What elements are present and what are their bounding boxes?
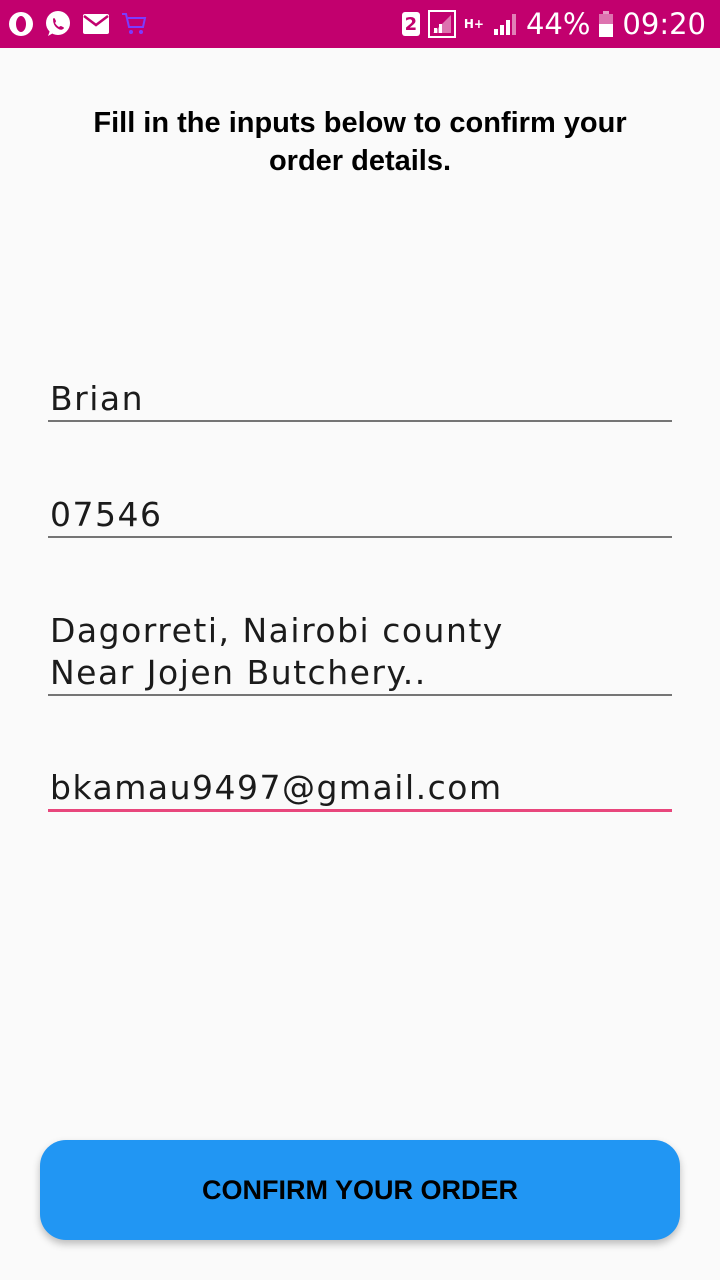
whatsapp-icon bbox=[44, 10, 72, 38]
name-field-value: Brian bbox=[50, 379, 145, 418]
page-title: Fill in the inputs below to confirm your… bbox=[93, 107, 627, 177]
confirm-order-button[interactable]: CONFIRM YOUR ORDER bbox=[40, 1140, 680, 1240]
status-bar: 2 H+ 44% 09:20 bbox=[0, 0, 720, 48]
battery-icon bbox=[598, 10, 614, 38]
phone-field-value: 07546 bbox=[50, 495, 163, 534]
network-type-label: H+ bbox=[463, 17, 484, 31]
shopping-cart-icon bbox=[120, 11, 148, 37]
opera-icon bbox=[8, 11, 34, 37]
email-icon bbox=[82, 13, 110, 35]
signal-sim1-icon bbox=[427, 10, 456, 38]
battery-percent: 44% bbox=[525, 7, 591, 41]
signal-sim2-icon bbox=[492, 11, 518, 37]
confirm-order-label: CONFIRM YOUR ORDER bbox=[201, 1174, 518, 1205]
sim-slot-badge: 2 bbox=[401, 12, 420, 36]
phone-field[interactable]: 07546 bbox=[48, 494, 672, 538]
clock: 09:20 bbox=[622, 7, 706, 41]
system-indicators: 2 H+ 44% 09:20 bbox=[401, 0, 706, 48]
notification-icons bbox=[8, 0, 148, 48]
name-field[interactable]: Brian bbox=[48, 378, 672, 422]
address-field[interactable]: Dagorreti, Nairobi county Near Jojen But… bbox=[48, 610, 672, 696]
address-field-value: Dagorreti, Nairobi county Near Jojen But… bbox=[50, 611, 504, 692]
email-field[interactable]: bkamau9497@gmail.com bbox=[48, 767, 672, 812]
email-field-value: bkamau9497@gmail.com bbox=[50, 768, 503, 807]
